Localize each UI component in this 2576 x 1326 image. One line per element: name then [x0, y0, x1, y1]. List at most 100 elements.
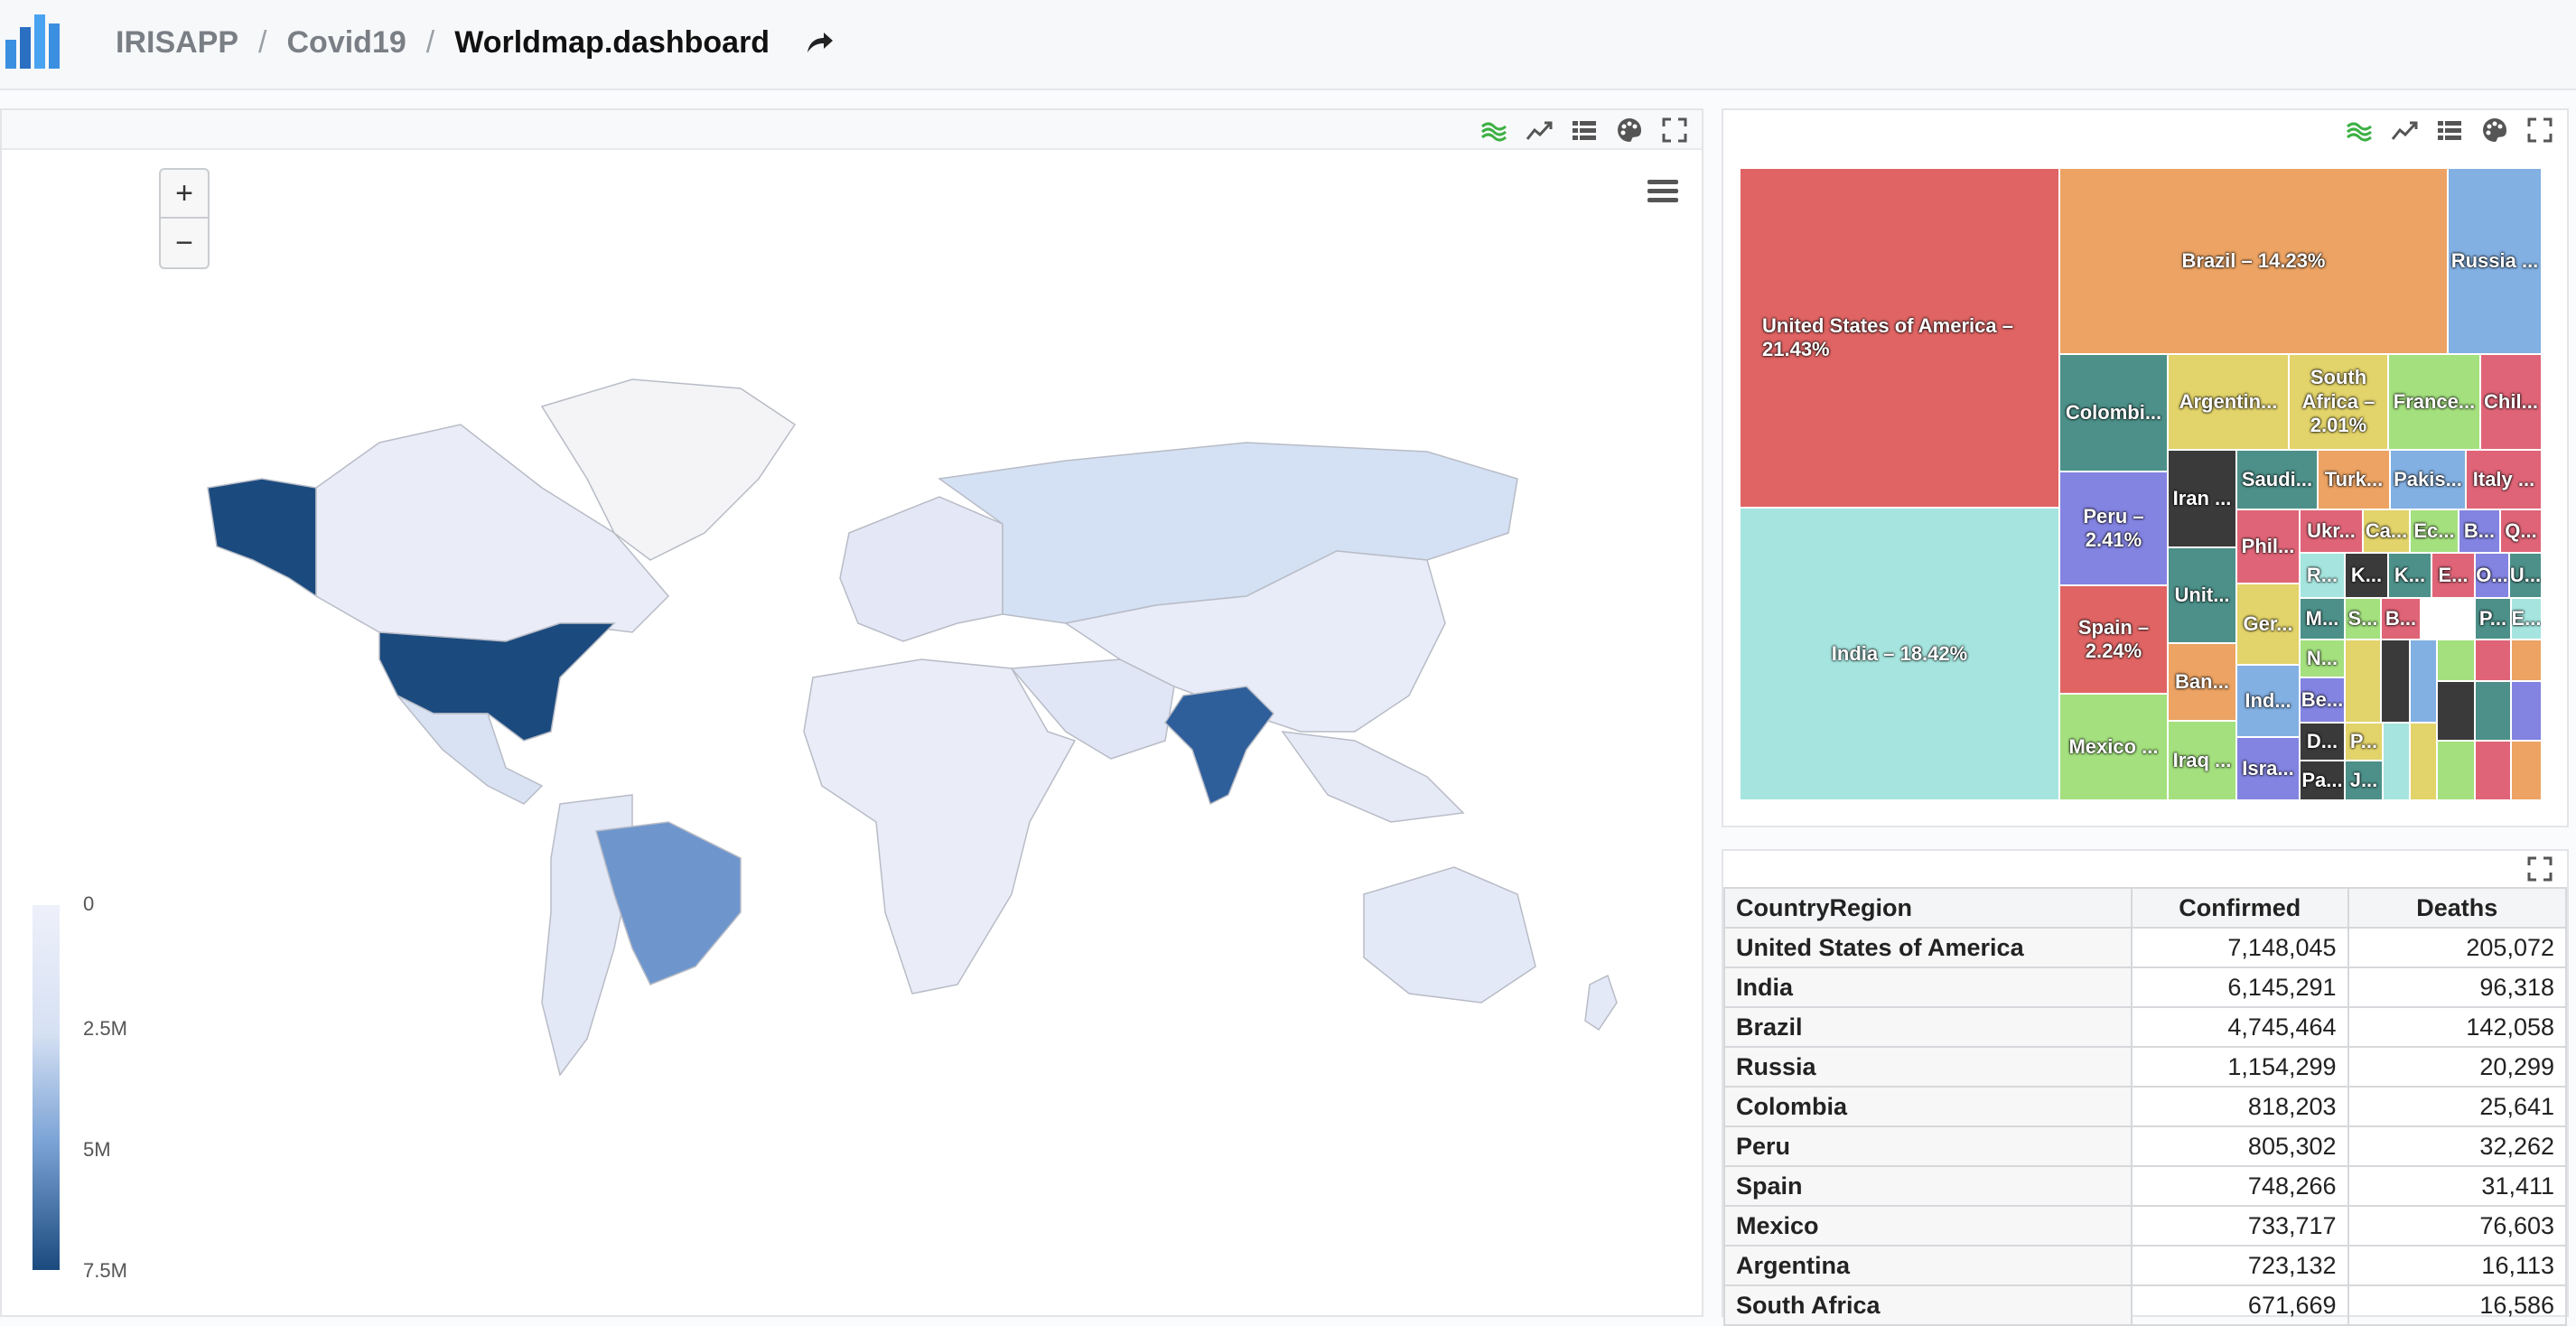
treemap-cell[interactable]: N...	[2300, 640, 2345, 677]
palette-icon[interactable]	[2480, 116, 2509, 145]
treemap-cell[interactable]: Ukr...	[2300, 509, 2363, 553]
table-row[interactable]: United States of America 7,148,045 205,072	[1723, 927, 2568, 968]
treemap-cell[interactable]	[2410, 640, 2437, 723]
treemap-cell[interactable]	[2511, 741, 2542, 800]
treemap-cell[interactable]: Ec...	[2410, 509, 2459, 553]
treemap-cell[interactable]	[2475, 741, 2511, 800]
zoom-control: + −	[159, 168, 210, 269]
treemap-cell[interactable]: Colombi...	[2059, 354, 2168, 472]
treemap-cell[interactable]: Spain – 2.24%	[2059, 585, 2168, 694]
list-icon[interactable]	[2435, 116, 2464, 145]
share-arrow-icon[interactable]	[804, 27, 835, 58]
treemap-cell[interactable]	[2437, 640, 2475, 681]
treemap-cell[interactable]: South Africa – 2.01%	[2289, 354, 2388, 450]
treemap-cell[interactable]: O...	[2475, 553, 2509, 598]
table-row[interactable]: Argentina 723,132 16,113	[1723, 1245, 2568, 1286]
table-row[interactable]: Spain 748,266 31,411	[1723, 1165, 2568, 1207]
treemap-cell[interactable]: J...	[2345, 761, 2383, 800]
treemap-cell[interactable]	[2345, 640, 2381, 723]
treemap-cell[interactable]: Iraq ...	[2168, 721, 2236, 800]
treemap-cell[interactable]: E...	[2431, 553, 2475, 598]
breadcrumb-app[interactable]: IRISAPP	[116, 25, 238, 61]
treemap-cell[interactable]	[2437, 741, 2475, 800]
treemap-cell[interactable]: R...	[2300, 553, 2345, 598]
treemap-cell[interactable]	[2381, 640, 2410, 723]
treemap-cell[interactable]: Argentin...	[2168, 354, 2289, 450]
treemap-cell[interactable]: M...	[2300, 598, 2345, 640]
treemap-cell[interactable]: Pa...	[2300, 761, 2345, 800]
treemap-cell[interactable]	[2511, 681, 2542, 741]
fullscreen-icon[interactable]	[2525, 854, 2554, 883]
treemap-cell[interactable]: Mexico ...	[2059, 694, 2168, 800]
treemap-cell[interactable]: Ger...	[2236, 584, 2300, 665]
table-row[interactable]: South Africa 671,669 16,586	[1723, 1284, 2568, 1326]
treemap-cell[interactable]: U...	[2509, 553, 2542, 598]
treemap-cell[interactable]: Brazil – 14.23%	[2059, 168, 2448, 354]
treemap-cell[interactable]: Italy ...	[2466, 450, 2542, 509]
menu-icon[interactable]	[1646, 177, 1680, 204]
treemap-cell[interactable]	[2437, 681, 2475, 741]
treemap-cell[interactable]: India – 18.42%	[1740, 508, 2059, 800]
table-row[interactable]: Mexico 733,717 76,603	[1723, 1205, 2568, 1247]
treemap-cell[interactable]: K...	[2388, 553, 2431, 598]
treemap-cell[interactable]: Ban...	[2168, 643, 2236, 721]
table-row[interactable]: Colombia 818,203 25,641	[1723, 1086, 2568, 1127]
treemap-cell[interactable]: P...	[2345, 723, 2383, 761]
table-row[interactable]: Peru 805,302 32,262	[1723, 1125, 2568, 1167]
treemap-cell[interactable]: P...	[2475, 598, 2511, 640]
area-chart-icon[interactable]	[2345, 116, 2374, 145]
zoom-out-button[interactable]: −	[161, 219, 208, 267]
bar-chart-logo-icon[interactable]	[4, 7, 67, 70]
treemap-cell[interactable]	[2383, 723, 2410, 800]
treemap-cell[interactable]: United States of America – 21.43%	[1740, 168, 2059, 508]
fullscreen-icon[interactable]	[1660, 116, 1689, 145]
treemap-cell[interactable]: Unit...	[2168, 547, 2236, 643]
palette-icon[interactable]	[1615, 116, 1644, 145]
list-icon[interactable]	[1570, 116, 1599, 145]
line-chart-icon[interactable]	[2390, 116, 2419, 145]
treemap-cell[interactable]: D...	[2300, 723, 2345, 761]
treemap-cell[interactable]	[2410, 723, 2437, 800]
treemap-cell[interactable]: Be...	[2300, 677, 2345, 723]
cell-confirmed: 805,302	[2130, 1125, 2349, 1167]
treemap-cell[interactable]: Russia ...	[2448, 168, 2542, 354]
map-country-new-zealand	[1584, 974, 1618, 1032]
treemap-cell[interactable]: Chil...	[2480, 354, 2542, 450]
column-header-country[interactable]: CountryRegion	[1723, 887, 2133, 929]
treemap-cell[interactable]: Iran ...	[2168, 450, 2236, 547]
cell-confirmed: 6,145,291	[2130, 966, 2349, 1008]
treemap-cell[interactable]: Isra...	[2236, 737, 2300, 800]
treemap-cell[interactable]: Q...	[2500, 509, 2542, 553]
treemap-cell[interactable]: K...	[2345, 553, 2388, 598]
treemap-cell[interactable]: Ca...	[2363, 509, 2410, 553]
table-row[interactable]: India 6,145,291 96,318	[1723, 966, 2568, 1008]
breadcrumb: IRISAPP / Covid19 / Worldmap.dashboard	[116, 20, 835, 65]
treemap-cell[interactable]: B...	[2381, 598, 2421, 640]
treemap-cell[interactable]: B...	[2459, 509, 2500, 553]
zoom-in-button[interactable]: +	[161, 170, 208, 219]
cell-confirmed: 818,203	[2130, 1086, 2349, 1127]
treemap-cell[interactable]: Phil...	[2236, 509, 2300, 584]
treemap-cell[interactable]: Ind...	[2236, 665, 2300, 737]
treemap-cell[interactable]: Saudi...	[2236, 450, 2318, 509]
fullscreen-icon[interactable]	[2525, 116, 2554, 145]
area-chart-icon[interactable]	[1479, 116, 1508, 145]
column-header-deaths[interactable]: Deaths	[2347, 887, 2568, 929]
cell-deaths: 205,072	[2347, 927, 2568, 968]
treemap-cell[interactable]: E...	[2511, 598, 2542, 640]
treemap-cell[interactable]: Turk...	[2318, 450, 2390, 509]
column-header-confirmed[interactable]: Confirmed	[2130, 887, 2349, 929]
treemap-cell[interactable]: Pakis...	[2390, 450, 2466, 509]
cell-country: Russia	[1723, 1046, 2133, 1088]
treemap-cell[interactable]	[2475, 681, 2511, 741]
treemap-cell[interactable]: S...	[2345, 598, 2381, 640]
treemap-cell[interactable]: Peru – 2.41%	[2059, 472, 2168, 585]
treemap-cell[interactable]	[2511, 640, 2542, 681]
table-row[interactable]: Brazil 4,745,464 142,058	[1723, 1006, 2568, 1048]
treemap-cell[interactable]	[2475, 640, 2511, 681]
treemap-cell[interactable]: France...	[2388, 354, 2480, 450]
line-chart-icon[interactable]	[1525, 116, 1554, 145]
breadcrumb-folder[interactable]: Covid19	[287, 25, 406, 61]
table-row[interactable]: Russia 1,154,299 20,299	[1723, 1046, 2568, 1088]
map-country-europe	[839, 496, 1003, 642]
